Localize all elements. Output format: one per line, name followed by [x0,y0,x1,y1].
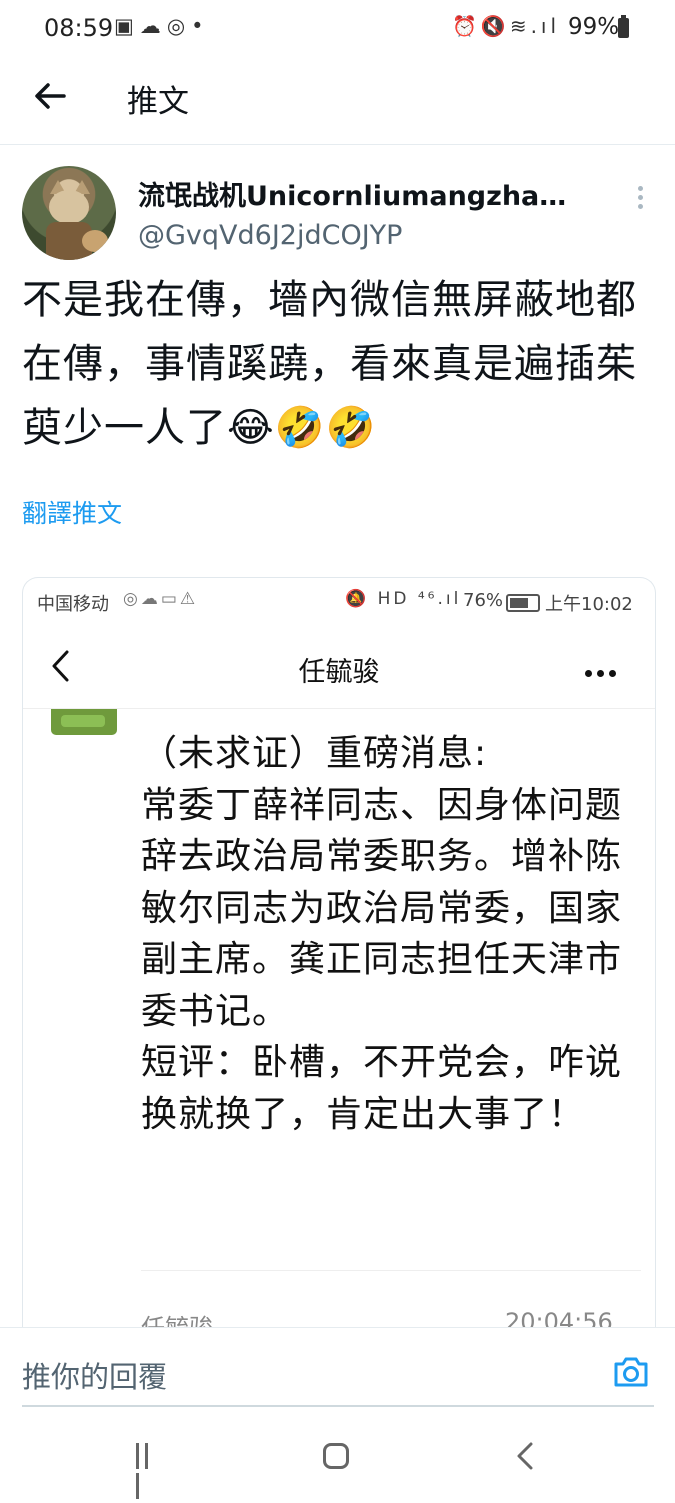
tweet-text: 不是我在傳，墻內微信無屏蔽地都在傳，事情蹊蹺，看來真是遍插茱萸少一人了😂🤣🤣 [22,277,637,451]
image-carrier: 中国移动 [37,594,109,615]
image-chat-title: 任毓骏 [298,657,380,688]
status-bar: 08:59 ▣☁◎• ⏰🔇≋.ıl 99% [0,0,675,60]
more-options-icon[interactable] [630,182,650,212]
image-battery-icon [506,594,540,612]
avatar[interactable] [22,166,116,260]
image-icon: ▣ [114,14,140,38]
battery-icon [618,15,629,38]
system-nav-bar [0,1415,675,1500]
image-message-text: （未求证）重磅消息: 常委丁薛祥同志、因身体问题辞去政治局常委职务。增补陈敏尔同… [141,733,623,1135]
status-left-icons: ▣☁◎• [114,14,210,38]
image-notification-icons: ◎☁▭⚠ [123,589,199,609]
back-arrow-icon[interactable] [30,76,70,116]
display-name[interactable]: 流氓战机Unicornliumangzha… [138,174,566,213]
more-horizontal-icon [585,662,625,677]
image-status-bar: 中国移动 ◎☁▭⚠ 🔕 HD ⁴⁶.ıl 76% 上午10:02 [23,578,655,622]
nav-back-icon[interactable] [515,1441,535,1471]
reply-underline [22,1405,654,1407]
page-title: 推文 [127,84,189,120]
home-icon[interactable] [323,1443,349,1469]
reply-input[interactable]: 推你的回覆 [22,1354,167,1396]
image-time: 上午10:02 [545,594,633,615]
image-divider [141,1270,641,1271]
app-header: 推文 [0,60,675,145]
chrome-icon: ◎ [166,14,192,38]
translate-tweet-link[interactable]: 翻譯推文 [22,494,122,530]
reply-bar: 推你的回覆 [0,1327,675,1416]
image-chat-header: 任毓骏 [23,628,655,709]
dot-icon: • [191,14,210,38]
status-time: 08:59 [44,14,114,42]
recent-apps-icon[interactable] [136,1443,162,1499]
camera-icon[interactable] [612,1354,650,1390]
status-right-icons: ⏰🔇≋.ıl [452,14,560,38]
signal-icon: .ıl [530,14,561,38]
username[interactable]: @GvqVd6J2jdCOJYP [138,220,402,251]
avatar-dog [82,230,108,252]
attached-image[interactable]: 中国移动 ◎☁▭⚠ 🔕 HD ⁴⁶.ıl 76% 上午10:02 任毓骏 （未求… [22,577,656,1358]
cloud-icon: ☁ [139,14,167,38]
alarm-icon: ⏰ [452,14,481,38]
battery-percent: 99% [568,14,620,40]
avatar-cat-face [49,190,89,224]
image-battery-percent: 76% [463,590,504,611]
image-status-icons: 🔕 HD ⁴⁶.ıl [345,589,462,609]
mute-icon: 🔇 [480,14,510,38]
wifi-icon: ≋ [509,14,531,38]
image-message-avatar [51,709,117,735]
